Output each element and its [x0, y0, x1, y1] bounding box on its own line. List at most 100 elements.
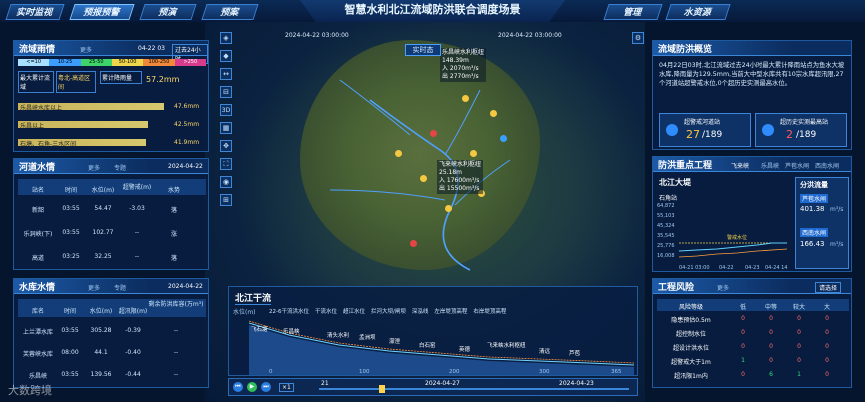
river-title: 河道水情 [19, 163, 56, 173]
table-cell: 0 [825, 357, 829, 364]
project-tab[interactable]: 芦苞水闸 [785, 161, 809, 170]
table-cell: 0 [797, 343, 801, 350]
station-pin[interactable] [395, 150, 402, 157]
x-tick: 0 [269, 369, 273, 375]
bookmark-icon[interactable]: ⊞ [220, 194, 232, 206]
next-icon[interactable]: ⏭ [261, 382, 271, 392]
timeline-handle[interactable] [379, 385, 385, 393]
tab-water-resource[interactable]: 水资源 [665, 4, 731, 20]
station-pin[interactable] [500, 135, 507, 142]
table-cell: 1 [797, 371, 801, 378]
tab-plan[interactable]: 预案 [201, 4, 259, 20]
timeline-track[interactable] [319, 388, 629, 390]
rain-more-link[interactable]: 更多 [80, 45, 92, 54]
time-left[interactable]: 2024-04-22 03:00:00 [285, 32, 349, 39]
flow-value: 166.43 [800, 240, 825, 248]
water-icon [666, 124, 678, 136]
reservoir-more-link[interactable]: 更多 [88, 283, 100, 292]
place-label: 芦苞 [569, 349, 581, 357]
timeline-pos: 21 [321, 380, 329, 387]
tab-realtime[interactable]: 实时监视 [5, 4, 65, 20]
table-cell: -- [173, 349, 179, 356]
y-tick: 35,545 [657, 233, 675, 239]
table-cell: 上兰潭水库 [22, 329, 53, 336]
station-pin[interactable] [430, 130, 437, 137]
table-cell: 03:25 [62, 253, 80, 260]
project-tab[interactable]: 飞来峡 [731, 161, 749, 170]
stat-value: 27 [686, 128, 700, 141]
measure-icon[interactable]: ↔ [220, 68, 232, 80]
river-topic-link[interactable]: 专题 [114, 163, 126, 172]
stat-card-warning[interactable]: 超警戒河道站 27 /189 [659, 113, 751, 147]
table-cell: 落 [170, 207, 177, 214]
river-date[interactable]: 2024-04-22 [168, 163, 203, 170]
play-icon[interactable]: ▶ [247, 382, 257, 392]
col-header: 水势 [167, 187, 180, 194]
col-header: 水位(m) [89, 308, 113, 315]
water-level-chart[interactable]: 64,872 55,103 45,324 35,545 25,776 16,00… [657, 199, 791, 273]
tool-icon[interactable]: ⊟ [220, 86, 232, 98]
compass-icon[interactable]: ✥ [220, 140, 232, 152]
prev-icon[interactable]: ⏮ [233, 382, 243, 392]
flow-value: 401.38 [800, 205, 825, 213]
x-tick: 300 [539, 369, 550, 375]
station-pin[interactable] [470, 150, 477, 157]
3d-icon[interactable]: 3D [220, 104, 232, 116]
table-cell: 0 [769, 343, 773, 350]
tab-manage[interactable]: 管理 [603, 4, 663, 20]
table-cell: -- [134, 229, 140, 236]
table-cell: 涨 [170, 231, 177, 238]
flow-label: 西南水闸 [800, 228, 829, 237]
col-header: 较大 [792, 304, 805, 311]
table-cell: 0 [825, 315, 829, 322]
tab-rehearsal[interactable]: 预演 [139, 4, 197, 20]
rain-row-name: 乐昌以上 [20, 123, 45, 130]
warning-label: 警戒水位 [727, 234, 747, 241]
rain-row-value: 47.6mm [174, 103, 200, 110]
y-tick: 64,872 [657, 203, 675, 209]
col-header: 超汛限(m) [118, 308, 148, 315]
risk-more-link[interactable]: 更多 [717, 283, 729, 292]
layer-icon[interactable]: ◈ [220, 32, 232, 44]
rain-row-name: 石塘、石角-三水区间 [20, 141, 77, 148]
reservoir-date[interactable]: 2024-04-22 [168, 283, 203, 290]
project-tab[interactable]: 西南水闸 [815, 161, 839, 170]
col-header: 大 [823, 304, 830, 311]
fullscreen-icon[interactable]: ⛶ [220, 158, 232, 170]
river-more-link[interactable]: 更多 [88, 163, 100, 172]
time-right[interactable]: 2024-04-22 03:00:00 [498, 32, 562, 39]
tab-forecast[interactable]: 预报预警 [69, 4, 135, 20]
map-label-feilaixia: 飞来峡水利枢纽 25.18m 入 17600m³/s 出 15500m³/s [437, 160, 484, 194]
table-cell: 0 [825, 343, 829, 350]
table-cell: 44.1 [94, 349, 108, 356]
reservoir-topic-link[interactable]: 专题 [114, 283, 126, 292]
col-header: 风险等级 [678, 304, 703, 311]
table-cell: 高道 [31, 255, 44, 262]
col-header: 水位(m) [91, 187, 115, 194]
station-pin[interactable] [420, 175, 427, 182]
table-cell: -- [134, 253, 140, 260]
section-profile-chart[interactable]: 飞石塘 乐昌峡 清头水利 孟洲坝 濛浬 白石窑 英德 飞来峡水利枢纽 清远 芦苞… [249, 317, 634, 375]
station-pin[interactable] [410, 240, 417, 247]
col-header: 中等 [764, 304, 777, 311]
x-tick: 04-23 [745, 265, 760, 271]
col-header: 时间 [63, 308, 76, 315]
risk-filter-select[interactable]: 请选择 [815, 282, 842, 293]
marker-icon[interactable]: ◆ [220, 50, 232, 62]
grid-icon[interactable]: ▦ [220, 122, 232, 134]
timeline-bar: ⏮ ▶ ⏭ ×1 21 2024-04-27 2024-04-23 [228, 378, 638, 396]
station-pin[interactable] [490, 110, 497, 117]
settings-icon[interactable]: ⚙ [632, 32, 644, 44]
stat-total: /189 [796, 130, 817, 140]
station-pin[interactable] [445, 205, 452, 212]
table-cell: 0 [797, 329, 801, 336]
project-tab[interactable]: 乐昌峡 [761, 161, 779, 170]
mode-badge[interactable]: 实时态 [405, 44, 441, 56]
rain-date[interactable]: 04-22 03 [138, 45, 165, 52]
speed-select[interactable]: ×1 [279, 383, 294, 392]
table-cell: 0 [769, 357, 773, 364]
station-pin[interactable] [462, 95, 469, 102]
locate-icon[interactable]: ◉ [220, 176, 232, 188]
section-title[interactable]: 北江干流 [235, 291, 272, 305]
stat-card-record[interactable]: 超历史实测最高站 2 /189 [755, 113, 847, 147]
